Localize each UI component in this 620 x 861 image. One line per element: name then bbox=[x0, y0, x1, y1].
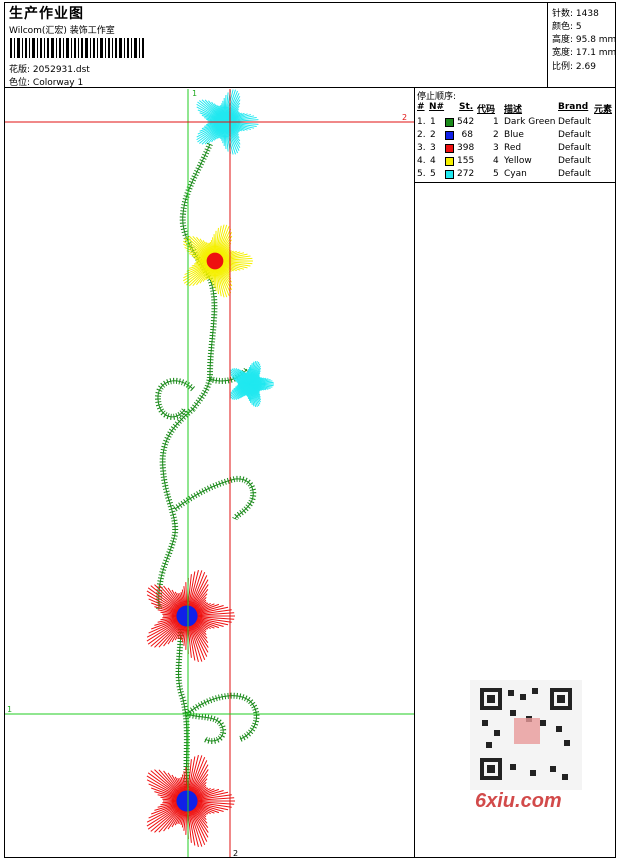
stem-core bbox=[178, 628, 188, 790]
cell-brand: Default bbox=[558, 130, 591, 140]
colorway-info: 色位: Colorway 1 bbox=[9, 75, 83, 88]
qr-code-watermark bbox=[470, 680, 582, 790]
design-value: 2052931.dst bbox=[32, 65, 90, 75]
cell-num: 2. bbox=[417, 130, 426, 140]
cell-num: 1. bbox=[417, 117, 426, 127]
col-header-desc: 描述 bbox=[504, 105, 523, 115]
cell-desc: Dark Green bbox=[504, 117, 556, 127]
cell-brand: Default bbox=[558, 156, 591, 166]
design-label: 花版: bbox=[9, 65, 31, 75]
flower-yellow bbox=[182, 224, 253, 298]
cell-code: 1 bbox=[493, 117, 499, 127]
col-header-stitches: St. bbox=[459, 102, 474, 112]
cell-st: 272 bbox=[457, 169, 475, 179]
cell-n: 4 bbox=[430, 156, 436, 166]
table-row: 2. 2 68 2 Blue Default bbox=[415, 130, 616, 143]
stat-colors: 颜色: 5 bbox=[552, 22, 582, 32]
flower-center bbox=[176, 790, 198, 812]
stamp-seal bbox=[514, 718, 540, 744]
stop-sequence-table: # N# St. 代码 描述 Brand 元素 1. 1 542 1 Dark Gree… bbox=[415, 100, 616, 183]
cell-desc: Red bbox=[504, 143, 522, 153]
col-header-element: 元素 bbox=[594, 105, 613, 115]
page-title: 生产作业图 bbox=[9, 6, 84, 22]
table-row: 1. 1 542 1 Dark Green Default bbox=[415, 117, 616, 130]
cell-n: 5 bbox=[430, 169, 436, 179]
guide-label-v1: 1 bbox=[192, 89, 197, 98]
company-name: Wilcom(汇宏) 装饰工作室 bbox=[9, 26, 115, 36]
cell-num: 5. bbox=[417, 169, 426, 179]
stem-path bbox=[185, 711, 227, 744]
header: 生产作业图 Wilcom(汇宏) 装饰工作室 花版: 2052931.dst 色… bbox=[4, 2, 616, 88]
cell-code: 4 bbox=[493, 156, 499, 166]
cell-desc: Yellow bbox=[504, 156, 532, 166]
stat-height: 高度: 95.8 mm bbox=[552, 35, 617, 45]
cell-n: 3 bbox=[430, 143, 436, 153]
guide-label-h1: 1 bbox=[7, 705, 12, 714]
cell-n: 1 bbox=[430, 117, 436, 127]
col-header-index: # bbox=[417, 102, 425, 112]
table-row: 4. 4 155 4 Yellow Default bbox=[415, 156, 616, 169]
design-canvas: 1 2 2 1 bbox=[5, 89, 414, 857]
cell-code: 3 bbox=[493, 143, 499, 153]
col-header-brand: Brand bbox=[558, 102, 589, 112]
cell-num: 3. bbox=[417, 143, 426, 153]
cell-st: 398 bbox=[457, 143, 475, 153]
color-swatch bbox=[445, 118, 454, 127]
colorway-value: Colorway 1 bbox=[32, 78, 84, 88]
guide-label-v2: 2 bbox=[233, 849, 238, 857]
flower-red-lower bbox=[146, 755, 235, 847]
watermark-logo: 6xiu.com bbox=[475, 790, 562, 812]
guide-label-h2: 2 bbox=[402, 113, 407, 122]
color-swatch bbox=[445, 157, 454, 166]
table-row: 3. 3 398 3 Red Default bbox=[415, 143, 616, 156]
cell-n: 2 bbox=[430, 130, 436, 140]
cell-desc: Blue bbox=[504, 130, 524, 140]
cell-brand: Default bbox=[558, 169, 591, 179]
cell-num: 4. bbox=[417, 156, 426, 166]
stats-box: 针数: 1438 颜色: 5 高度: 95.8 mm 宽度: 17.1 mm 比… bbox=[547, 2, 616, 88]
col-header-n: N# bbox=[429, 102, 445, 112]
cell-st: 155 bbox=[457, 156, 475, 166]
color-swatch bbox=[445, 144, 454, 153]
flower-center bbox=[176, 605, 198, 627]
flower-center bbox=[206, 252, 224, 270]
cell-code: 5 bbox=[493, 169, 499, 179]
col-header-code: 代码 bbox=[477, 105, 496, 115]
cell-code: 2 bbox=[493, 130, 499, 140]
cell-brand: Default bbox=[558, 117, 591, 127]
design-info: 花版: 2052931.dst bbox=[9, 62, 90, 75]
barcode bbox=[10, 38, 144, 58]
cell-st: 68 bbox=[461, 130, 473, 140]
cell-brand: Default bbox=[558, 143, 591, 153]
colorway-label: 色位: bbox=[9, 78, 31, 88]
stat-stitches: 针数: 1438 bbox=[552, 9, 599, 19]
cell-desc: Cyan bbox=[504, 169, 527, 179]
cell-st: 542 bbox=[457, 117, 475, 127]
flower-cyan-small bbox=[229, 360, 274, 408]
color-swatch bbox=[445, 170, 454, 179]
stat-width: 宽度: 17.1 mm bbox=[552, 48, 617, 58]
stat-scale: 比例: 2.69 bbox=[552, 62, 596, 72]
color-swatch bbox=[445, 131, 454, 140]
table-row: 5. 5 272 5 Cyan Default bbox=[415, 169, 616, 182]
